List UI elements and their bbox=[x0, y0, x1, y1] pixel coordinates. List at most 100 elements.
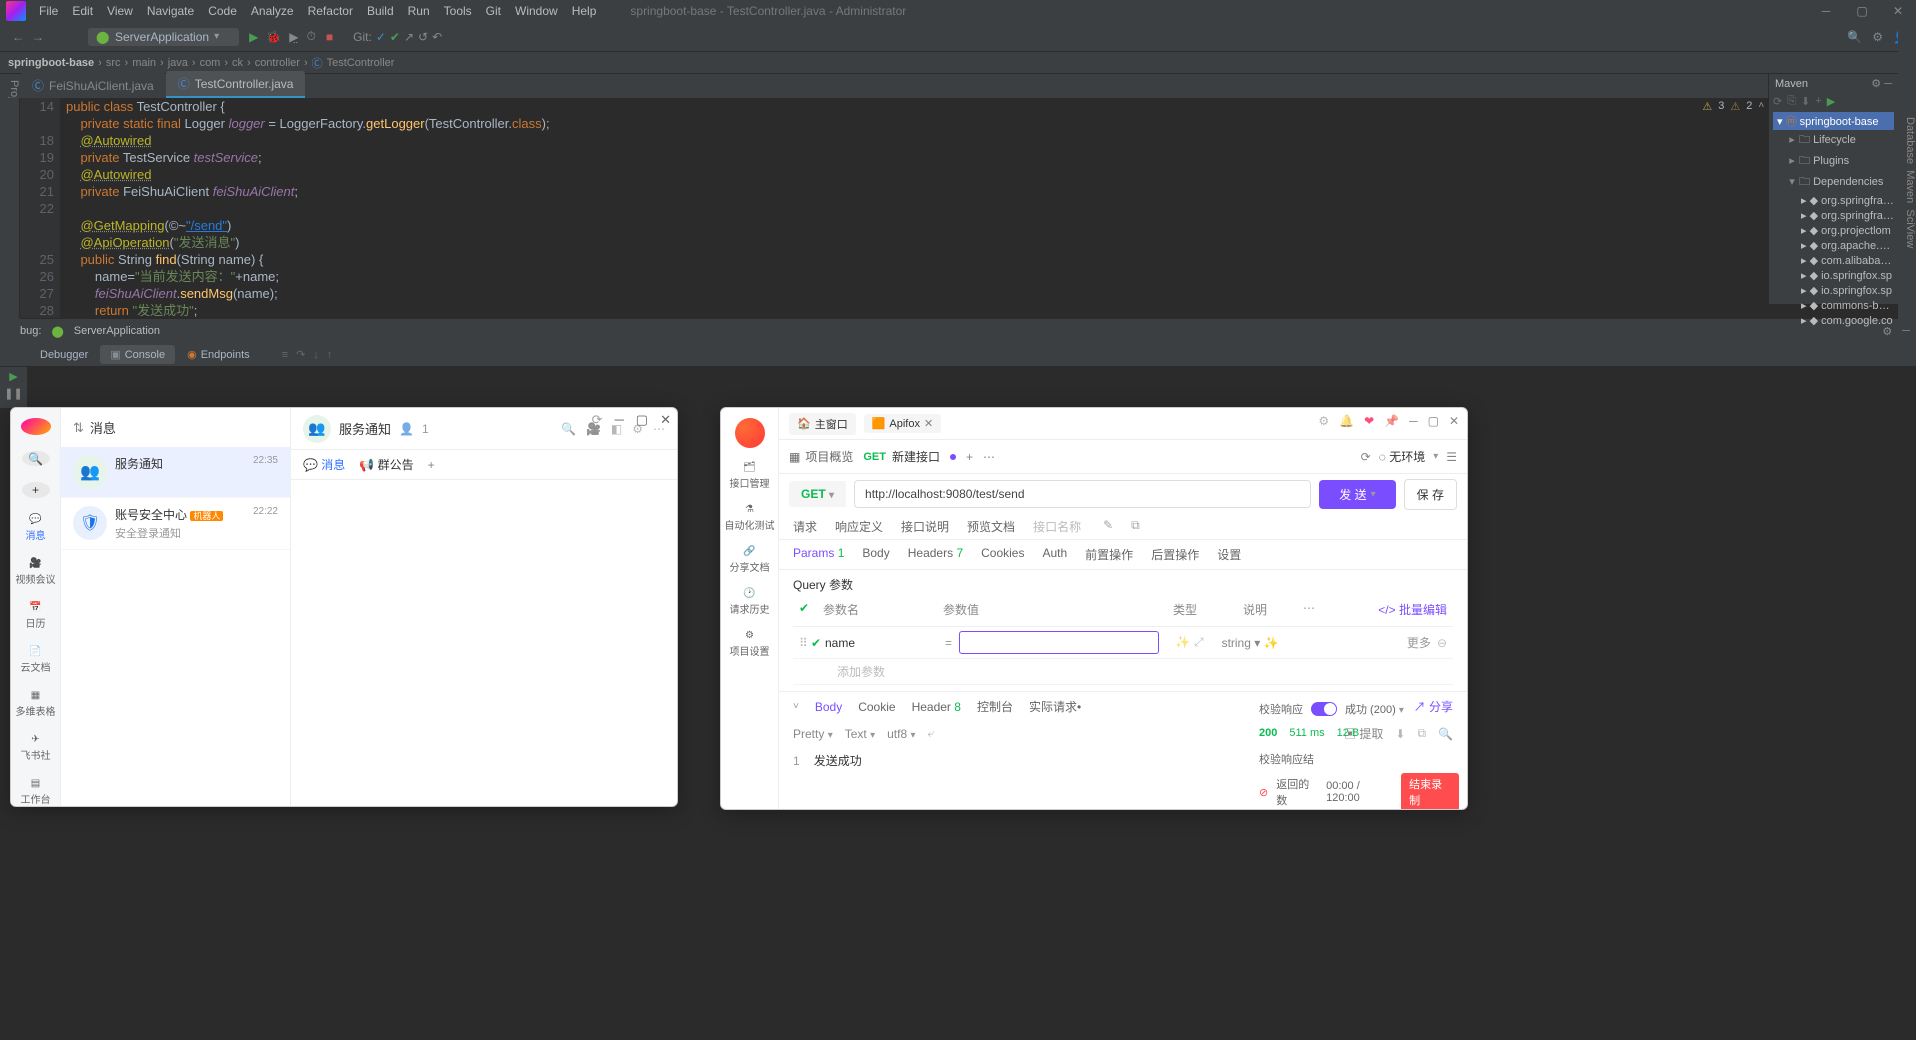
maven-dep[interactable]: ▸ ◆ org.apache.com bbox=[1773, 238, 1894, 253]
param-more-link[interactable]: 更多 bbox=[1407, 634, 1431, 651]
step-out-icon[interactable]: ↑ bbox=[327, 349, 333, 361]
refresh-icon[interactable]: ⟳ bbox=[1773, 95, 1782, 108]
reqtab-params[interactable]: Params 1 bbox=[793, 546, 844, 563]
add-icon[interactable]: + bbox=[22, 482, 50, 498]
minimize-icon[interactable]: ─ bbox=[1902, 325, 1910, 337]
maven-dep[interactable]: ▸ ◆ com.google.co bbox=[1773, 313, 1894, 328]
maven-node-lifecycle[interactable]: ▸🗀 Lifecycle bbox=[1773, 130, 1894, 151]
environment-selector[interactable]: ⟳ ◌ 无环境 ▾ ☰ bbox=[1361, 448, 1457, 465]
gear-icon[interactable]: ⚙ bbox=[1882, 325, 1892, 338]
breadcrumb-item[interactable]: TestController bbox=[327, 57, 395, 69]
maven-dep[interactable]: ▸ ◆ org.springframe bbox=[1773, 208, 1894, 223]
menu-navigate[interactable]: Navigate bbox=[140, 4, 201, 18]
subtab-respdef[interactable]: 响应定义 bbox=[835, 518, 883, 535]
more-icon[interactable]: ⋯ bbox=[983, 450, 995, 464]
download-icon[interactable]: ⬇ bbox=[1801, 95, 1810, 108]
menu-help[interactable]: Help bbox=[565, 4, 604, 18]
reqtab-settings[interactable]: 设置 bbox=[1217, 546, 1241, 563]
conversation-list-header[interactable]: ⇅ 消息 bbox=[61, 408, 290, 447]
bulk-edit-link[interactable]: </> 批量编辑 bbox=[1372, 597, 1453, 622]
avatar-icon[interactable] bbox=[21, 418, 51, 435]
maven-node-plugins[interactable]: ▸🗀 Plugins bbox=[1773, 151, 1894, 172]
nav-messages[interactable]: 💬消息 bbox=[26, 514, 46, 542]
console-tab[interactable]: ▣Console bbox=[100, 345, 175, 364]
tab-announcement[interactable]: 📢 群公告 bbox=[359, 456, 413, 473]
debugger-tab[interactable]: Debugger bbox=[30, 346, 98, 364]
search-icon[interactable]: 🔍 bbox=[22, 451, 50, 467]
breadcrumb-item[interactable]: controller bbox=[255, 57, 300, 69]
reqtab-body[interactable]: Body bbox=[862, 546, 889, 563]
nav-history[interactable]: 🕑请求历史 bbox=[730, 588, 770, 616]
git-commit-icon[interactable]: ✔ bbox=[390, 30, 400, 44]
add-tab-icon[interactable]: + bbox=[966, 450, 973, 464]
right-tool-stripe[interactable]: Database Maven SciView bbox=[1898, 28, 1916, 328]
end-record-button[interactable]: 结束录制 bbox=[1401, 773, 1459, 810]
collapse-icon[interactable]: ˅ bbox=[793, 701, 799, 712]
copy-icon[interactable]: ⧉ bbox=[1131, 518, 1140, 535]
menu-file[interactable]: File bbox=[32, 4, 65, 18]
nav-api-manage[interactable]: 🗂接口管理 bbox=[730, 462, 770, 490]
breadcrumb-item[interactable]: springboot-base bbox=[8, 57, 94, 69]
maven-dep[interactable]: ▸ ◆ com.alibaba.fas bbox=[1773, 253, 1894, 268]
member-icon[interactable]: 👤 bbox=[399, 422, 414, 436]
file-tab[interactable]: Ⓒ FeiShuAiClient.java bbox=[20, 73, 166, 98]
add-param-row[interactable]: 添加参数 bbox=[793, 659, 1453, 685]
drag-handle-icon[interactable]: ⠿ bbox=[793, 632, 805, 654]
maven-dep[interactable]: ▸ ◆ io.springfox.sp bbox=[1773, 268, 1894, 283]
reqtab-headers[interactable]: Headers 7 bbox=[908, 546, 963, 563]
nav-workbench[interactable]: ▤工作台 bbox=[21, 778, 51, 806]
nav-calendar[interactable]: 📅日历 bbox=[26, 602, 46, 630]
minimize-icon[interactable]: ─ bbox=[1808, 4, 1844, 18]
app-tab[interactable]: 🟧 Apifox ✕ bbox=[864, 414, 942, 433]
nav-autotest[interactable]: ⚗自动化测试 bbox=[725, 504, 775, 532]
home-tab[interactable]: 🏠 主窗口 bbox=[789, 413, 856, 435]
close-tab-icon[interactable]: ✕ bbox=[924, 417, 933, 430]
save-button[interactable]: 保 存 bbox=[1404, 479, 1457, 510]
url-input[interactable]: http://localhost:9080/test/send bbox=[854, 480, 1311, 508]
settings-icon[interactable]: ⚙ bbox=[1872, 30, 1883, 44]
debug-icon[interactable]: 🐞 bbox=[266, 30, 281, 44]
breadcrumb-item[interactable]: main bbox=[132, 57, 156, 69]
menu-run[interactable]: Run bbox=[401, 4, 437, 18]
gear-icon[interactable]: ⚙ bbox=[1318, 414, 1329, 428]
close-icon[interactable]: ✕ bbox=[1449, 414, 1459, 428]
add-tab-icon[interactable]: + bbox=[428, 458, 435, 472]
run-config-selector[interactable]: ⬤ ServerApplication ▾ bbox=[88, 28, 239, 46]
nav-table[interactable]: ▦多维表格 bbox=[16, 690, 56, 718]
api-tab[interactable]: GET 新建接口 bbox=[863, 448, 956, 465]
menu-icon[interactable]: ☰ bbox=[1446, 450, 1457, 464]
success-schema-label[interactable]: 成功 (200) ▾ bbox=[1345, 701, 1404, 717]
debug-tool-window[interactable]: Debug: ⬤ ServerApplication ⚙ ─ Debugger … bbox=[0, 318, 1916, 408]
endpoints-tab[interactable]: ◉Endpoints bbox=[177, 345, 260, 364]
chat-message-area[interactable] bbox=[291, 480, 677, 806]
coverage-icon[interactable]: ▶̤ bbox=[289, 30, 298, 44]
reqtab-auth[interactable]: Auth bbox=[1042, 546, 1067, 563]
add-icon[interactable]: + bbox=[1815, 95, 1821, 108]
maven-dep[interactable]: ▸ ◆ org.projectlom bbox=[1773, 223, 1894, 238]
code-content[interactable]: public class TestController { private st… bbox=[60, 98, 1916, 318]
refresh-icon[interactable]: ⟳ bbox=[1361, 450, 1371, 464]
reqtab-postscript[interactable]: 后置操作 bbox=[1151, 546, 1199, 563]
delete-param-icon[interactable]: ⊖ bbox=[1437, 636, 1447, 650]
gear-icon[interactable]: ⚙ bbox=[1871, 78, 1881, 90]
maximize-icon[interactable]: ▢ bbox=[1428, 414, 1439, 428]
nav-docs[interactable]: 📄云文档 bbox=[21, 646, 51, 674]
heart-avatar-icon[interactable]: ❤ bbox=[1364, 414, 1374, 428]
menu-git[interactable]: Git bbox=[479, 4, 508, 18]
search-icon[interactable]: 🔍 bbox=[561, 422, 576, 436]
breadcrumb-item[interactable]: ck bbox=[232, 57, 243, 69]
resp-tab-header[interactable]: Header 8 bbox=[912, 700, 961, 714]
param-value-input[interactable] bbox=[959, 631, 1159, 654]
conversation-item[interactable]: 🛡 账号安全中心 机器人22:22 安全登录通知 bbox=[61, 498, 290, 550]
filter-icon[interactable]: ⇅ bbox=[73, 420, 84, 436]
video-icon[interactable]: 🎥 bbox=[586, 422, 601, 436]
menu-tools[interactable]: Tools bbox=[437, 4, 479, 18]
breadcrumb-item[interactable]: src bbox=[106, 57, 121, 69]
nav-share-doc[interactable]: 🔗分享文档 bbox=[730, 546, 770, 574]
maven-node-dependencies[interactable]: ▾🗀 Dependencies bbox=[1773, 172, 1894, 193]
maven-root-node[interactable]: ▾ ⓜ springboot-base bbox=[1773, 112, 1894, 130]
minimize-icon[interactable]: ─ bbox=[1884, 78, 1892, 90]
search-everywhere-icon[interactable]: 🔍 bbox=[1847, 30, 1862, 44]
maven-tree[interactable]: ▾ ⓜ springboot-base ▸🗀 Lifecycle ▸🗀 Plug… bbox=[1769, 110, 1898, 330]
menu-analyze[interactable]: Analyze bbox=[244, 4, 301, 18]
